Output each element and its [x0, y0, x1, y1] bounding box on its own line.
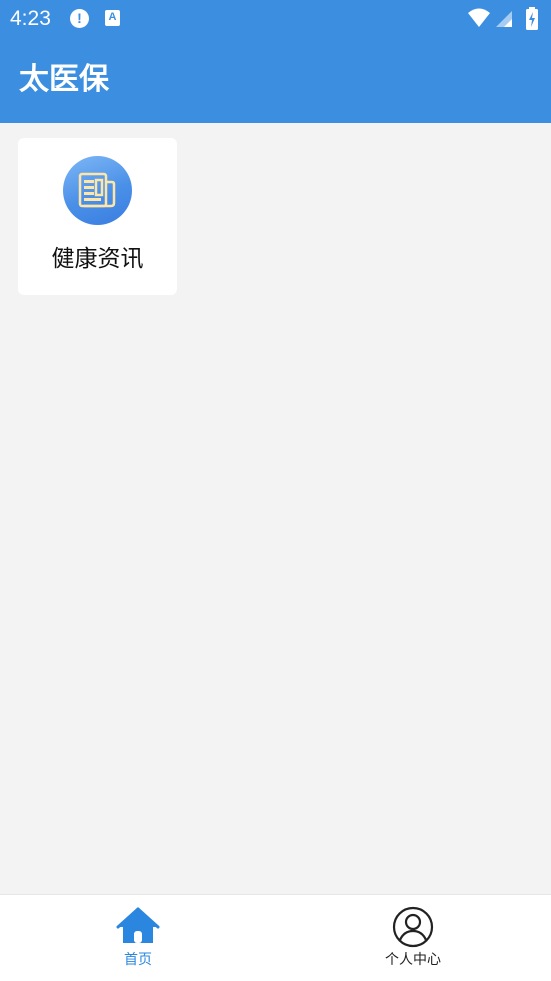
- newspaper-icon: [63, 156, 132, 225]
- bottom-nav: 首页 个人中心: [0, 894, 551, 981]
- signal-icon: [496, 11, 512, 27]
- alert-icon: !: [70, 9, 89, 28]
- app-bar: 太医保: [0, 38, 551, 123]
- battery-charging-icon: [526, 7, 538, 30]
- nav-label: 首页: [124, 952, 152, 968]
- wifi-icon: [468, 8, 490, 27]
- nav-label: 个人中心: [385, 952, 441, 968]
- card-label: 健康资讯: [51, 246, 144, 272]
- nav-item-home[interactable]: 首页: [68, 895, 208, 975]
- user-circle-icon: [392, 906, 434, 948]
- text-a-icon: A: [105, 10, 120, 26]
- status-bar: 4:23 ! A: [0, 0, 551, 38]
- main-content: 健康资讯: [0, 123, 551, 894]
- app-screen: 4:23 ! A 太医保 健康资讯 首页 个人中心: [0, 0, 551, 981]
- status-icons: [467, 7, 541, 31]
- health-news-card[interactable]: 健康资讯: [18, 138, 177, 295]
- nav-item-profile[interactable]: 个人中心: [343, 895, 483, 975]
- home-icon: [116, 907, 160, 943]
- status-time: 4:23: [10, 7, 51, 30]
- page-title: 太医保: [19, 62, 109, 97]
